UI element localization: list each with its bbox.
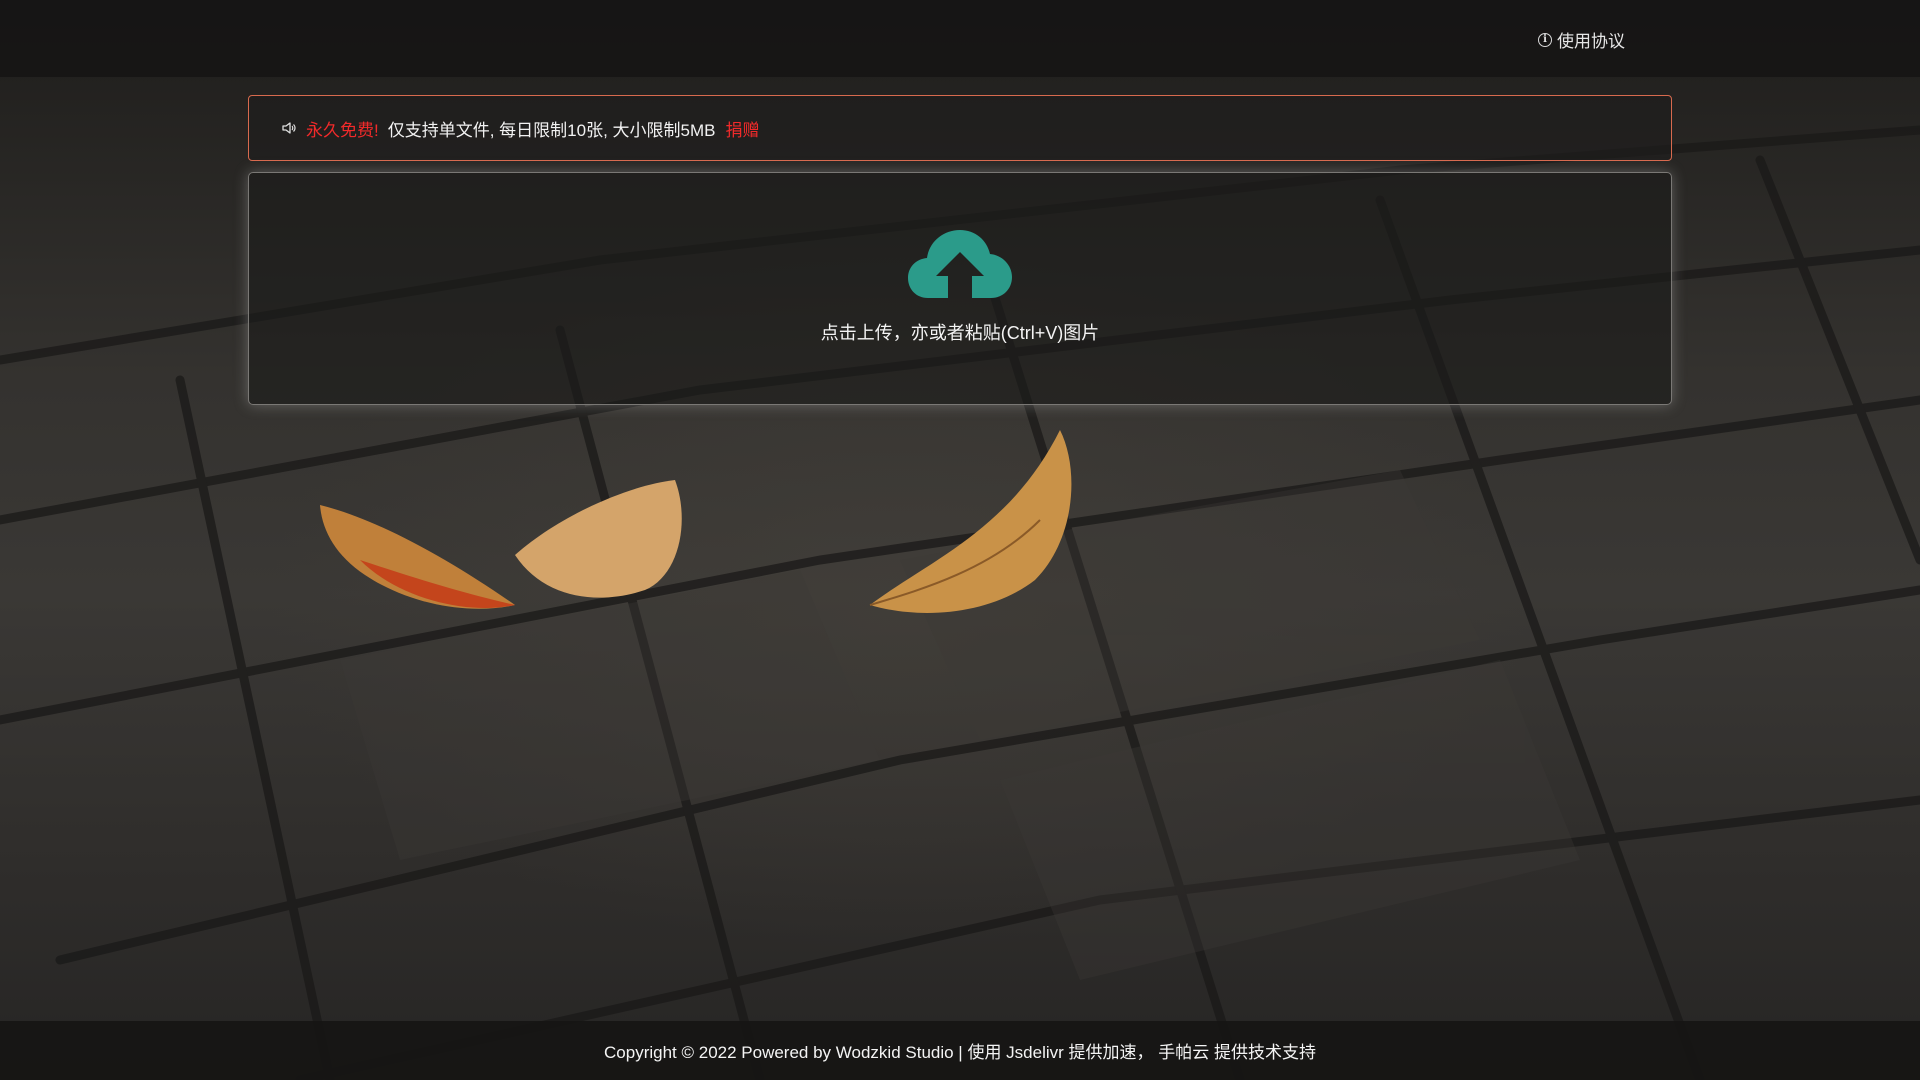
usage-agreement-link[interactable]: i 使用协议	[1538, 27, 1625, 52]
info-icon: i	[1538, 32, 1552, 47]
footer: Copyright © 2022 Powered by Wodzkid Stud…	[0, 1021, 1920, 1080]
paving-stones-illustration	[0, 125, 1920, 1080]
usage-agreement-label: 使用协议	[1557, 32, 1625, 51]
upload-limits-text: 仅支持单文件, 每日限制10张, 大小限制5MB	[387, 120, 716, 140]
background-image	[0, 0, 1920, 1080]
notice-bar: 永久免费! 仅支持单文件, 每日限制10张, 大小限制5MB 捐赠	[248, 95, 1672, 161]
donate-link[interactable]: 捐赠	[726, 116, 760, 141]
free-forever-text: 永久免费!	[306, 120, 379, 140]
upload-hint: 点击上传，亦或者粘贴(Ctrl+V)图片	[820, 323, 1100, 343]
top-navbar: i 使用协议	[0, 0, 1920, 77]
footer-copyright: Copyright © 2022 Powered by Wodzkid Stud…	[604, 1043, 1316, 1062]
upload-dropzone[interactable]: 点击上传，亦或者粘贴(Ctrl+V)图片	[248, 172, 1672, 405]
cloud-upload-icon	[908, 230, 1012, 298]
speaker-icon	[282, 122, 296, 134]
